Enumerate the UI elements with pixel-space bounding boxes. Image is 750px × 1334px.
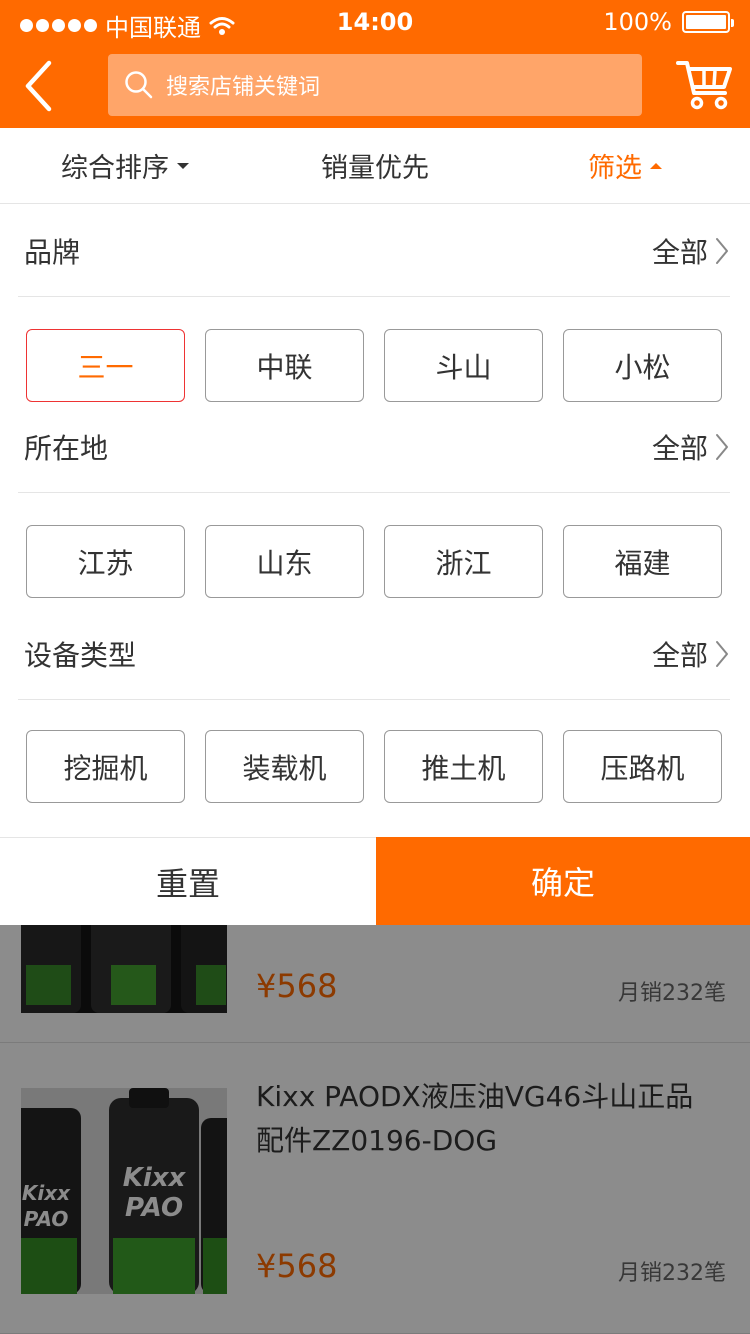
brand-option[interactable]: 小松 <box>563 329 722 402</box>
chevron-right-icon <box>716 640 728 667</box>
chevron-left-icon <box>25 60 52 112</box>
brand-options: 三一 中联 斗山 小松 <box>26 329 724 402</box>
cart-button[interactable] <box>672 54 736 114</box>
battery-icon <box>682 11 734 33</box>
location-option[interactable]: 福建 <box>563 525 722 598</box>
app-header: 中国联通 14:00 100% 搜索店铺关键词 <box>0 0 750 128</box>
location-all-link[interactable]: 全部 <box>652 427 730 467</box>
filter-action-bar: 重置 确定 <box>0 837 750 925</box>
status-right: 100% <box>603 8 734 36</box>
sort-bar: 综合排序 销量优先 筛选 <box>0 128 750 204</box>
equipment-options: 挖掘机 装载机 推土机 压路机 <box>26 730 724 803</box>
brand-option[interactable]: 斗山 <box>384 329 543 402</box>
equipment-option[interactable]: 推土机 <box>384 730 543 803</box>
location-options: 江苏 山东 浙江 福建 <box>26 525 724 598</box>
back-button[interactable] <box>12 56 64 116</box>
battery-label: 100% <box>603 8 672 36</box>
brand-section-header[interactable]: 品牌 全部 <box>18 205 730 297</box>
status-bar: 中国联通 14:00 100% <box>0 0 750 44</box>
equipment-option[interactable]: 装载机 <box>205 730 364 803</box>
location-title: 所在地 <box>24 431 109 465</box>
equipment-all-link[interactable]: 全部 <box>652 634 730 674</box>
brand-title: 品牌 <box>24 235 81 269</box>
reset-button[interactable]: 重置 <box>0 837 376 925</box>
equipment-option[interactable]: 挖掘机 <box>26 730 185 803</box>
search-icon <box>125 71 153 99</box>
search-input[interactable]: 搜索店铺关键词 <box>108 54 642 116</box>
location-all-label: 全部 <box>651 431 708 465</box>
equipment-section-header[interactable]: 设备类型 全部 <box>18 608 730 700</box>
chevron-right-icon <box>716 237 728 264</box>
brand-all-link[interactable]: 全部 <box>652 231 730 271</box>
location-option[interactable]: 江苏 <box>26 525 185 598</box>
location-option[interactable]: 山东 <box>205 525 364 598</box>
modal-backdrop[interactable] <box>0 925 750 1334</box>
filter-panel: 品牌 全部 三一 中联 斗山 小松 所在地 全部 江苏 山东 浙江 福建 设备类… <box>0 205 750 837</box>
sort-sales[interactable]: 销量优先 <box>250 128 500 203</box>
equipment-title: 设备类型 <box>24 638 137 672</box>
search-placeholder: 搜索店铺关键词 <box>166 75 321 100</box>
sort-filter[interactable]: 筛选 <box>500 128 750 203</box>
caret-up-icon <box>650 162 662 169</box>
sort-comprehensive-label: 综合排序 <box>61 153 169 184</box>
sort-filter-label: 筛选 <box>588 153 642 184</box>
cart-icon <box>676 61 732 110</box>
equipment-option[interactable]: 压路机 <box>563 730 722 803</box>
brand-all-label: 全部 <box>651 235 708 269</box>
brand-option[interactable]: 中联 <box>205 329 364 402</box>
brand-option[interactable]: 三一 <box>26 329 185 402</box>
confirm-button[interactable]: 确定 <box>376 837 750 925</box>
location-section-header[interactable]: 所在地 全部 <box>18 401 730 493</box>
sort-comprehensive[interactable]: 综合排序 <box>0 128 250 203</box>
sort-sales-label: 销量优先 <box>321 153 429 184</box>
equipment-all-label: 全部 <box>651 638 708 672</box>
chevron-right-icon <box>716 433 728 460</box>
caret-down-icon <box>177 162 189 169</box>
location-option[interactable]: 浙江 <box>384 525 543 598</box>
